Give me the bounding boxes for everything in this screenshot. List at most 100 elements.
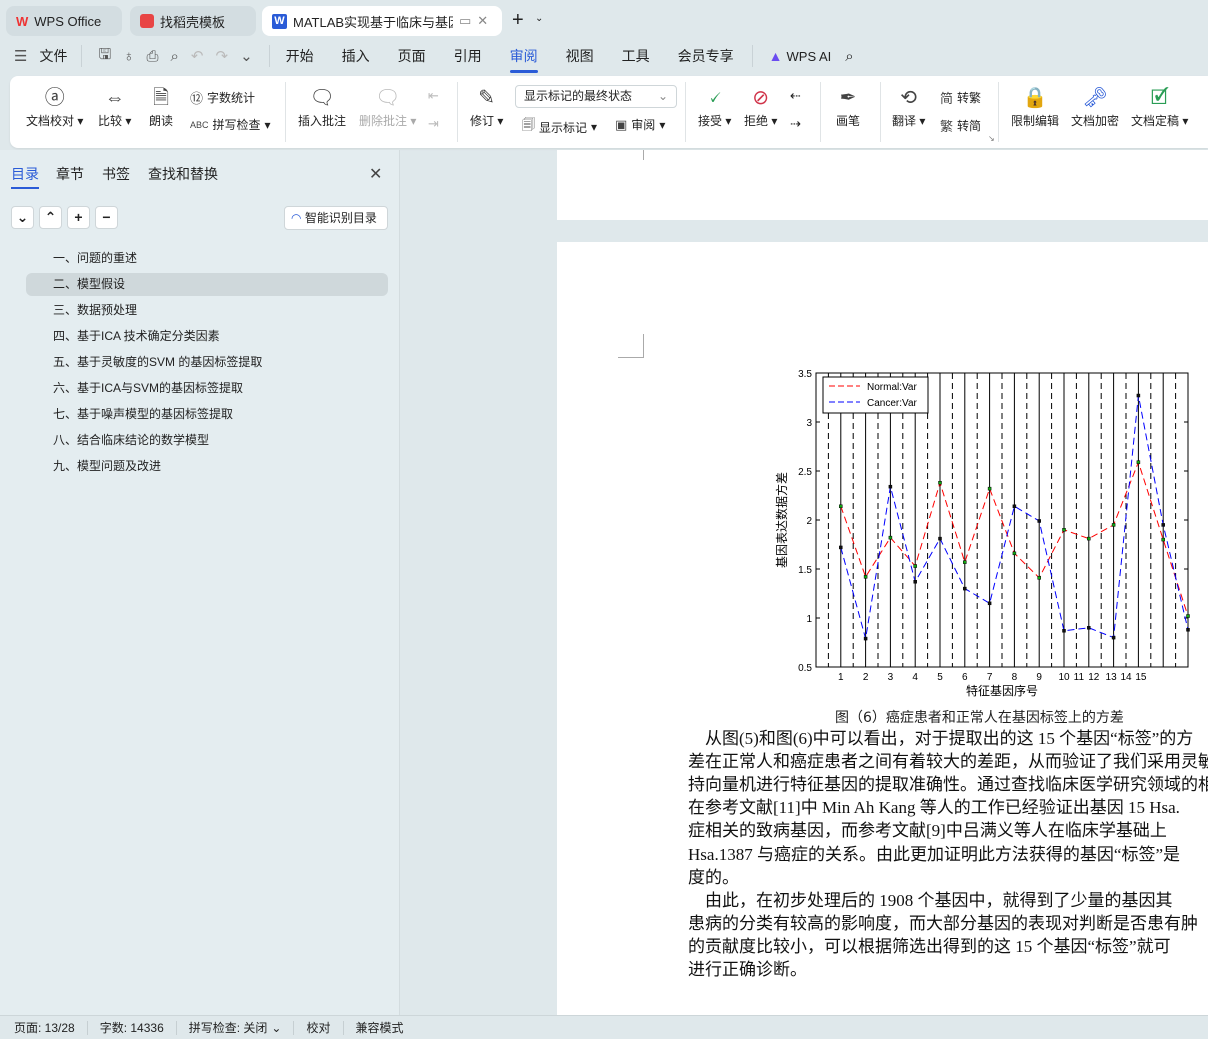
- wps-ai-icon: ▲: [768, 48, 783, 64]
- collapse-all-button[interactable]: −: [95, 206, 118, 229]
- toc-item[interactable]: 四、基于ICA 技术确定分类因素: [26, 325, 388, 348]
- toc-item[interactable]: 一、问题的重述: [26, 247, 388, 270]
- toc-item[interactable]: 二、模型假设: [26, 273, 388, 296]
- tab-docer[interactable]: 找稻壳模板: [130, 6, 256, 36]
- toc-item[interactable]: 八、结合临床结论的数学模型: [26, 429, 388, 452]
- figure-caption: 图（6）癌症患者和正常人在基因标签上的方差: [835, 710, 1124, 726]
- collapse-up-button[interactable]: ⌃: [39, 206, 62, 229]
- chevron-down-icon: ⌄: [657, 89, 668, 103]
- x-tick-label: 15: [1135, 672, 1147, 683]
- data-point: [938, 536, 942, 541]
- toc-item[interactable]: 三、数据预处理: [26, 299, 388, 322]
- data-point: [1012, 551, 1017, 556]
- toc-item[interactable]: 五、基于灵敏度的SVM 的基因标签提取: [26, 351, 388, 374]
- tab-chapters[interactable]: 章节: [56, 164, 84, 184]
- spell-check-status[interactable]: 拼写检查: 关闭: [189, 1019, 268, 1036]
- toc-item[interactable]: 六、基于ICA与SVM的基因标签提取: [26, 377, 388, 400]
- link-icon[interactable]: ♁: [123, 48, 134, 65]
- read-aloud-button[interactable]: 🗎 朗读: [149, 84, 173, 129]
- dialog-launcher-icon[interactable]: ↘: [988, 134, 995, 143]
- more-chevron-icon[interactable]: ⌄: [240, 47, 253, 65]
- accept-button[interactable]: 🗸 接受 ▾: [698, 84, 731, 129]
- monitor-icon[interactable]: ▭: [459, 13, 471, 29]
- menu-view[interactable]: 视图: [566, 46, 594, 66]
- proofread-button[interactable]: ⓐ 文档校对 ▾: [26, 84, 83, 129]
- show-markup-button[interactable]: 🗐 显示标记 ▾: [522, 116, 597, 138]
- menu-home[interactable]: 开始: [286, 46, 314, 66]
- delete-comment-button[interactable]: 🗨 删除批注 ▾: [359, 84, 416, 129]
- menu-review[interactable]: 审阅: [509, 46, 538, 73]
- close-tab-icon[interactable]: ✕: [477, 13, 488, 29]
- to-traditional-button[interactable]: 简转繁: [940, 88, 981, 107]
- document-page-12: [557, 150, 1208, 220]
- to-simplified-button[interactable]: 繁转简: [940, 116, 981, 135]
- chevron-down-icon[interactable]: ⌄: [271, 1021, 281, 1035]
- pen-button[interactable]: ✒ 画笔: [836, 84, 860, 129]
- translate-button[interactable]: ⟲ 翻译 ▾: [892, 84, 925, 129]
- close-pane-icon[interactable]: ✕: [369, 164, 382, 184]
- track-changes-button[interactable]: ✎ 修订 ▾: [470, 84, 503, 129]
- y-tick-label: 1: [806, 614, 812, 625]
- new-tab-icon[interactable]: +: [512, 9, 524, 32]
- track-changes-icon: ✎: [478, 87, 496, 109]
- legend-label: Cancer:Var: [867, 398, 918, 409]
- data-point: [1186, 614, 1190, 618]
- body-text-line: 由此，在初步处理后的 1908 个基因中，就得到了少量的基因其: [688, 890, 1173, 910]
- save-icon[interactable]: 🖫: [98, 44, 111, 69]
- body-text-line: 进行正确诊断。: [688, 960, 807, 979]
- next-change-icon[interactable]: ⇢: [790, 116, 801, 132]
- x-tick-label: 14: [1120, 672, 1132, 683]
- prev-change-icon[interactable]: ⇠: [790, 88, 801, 104]
- finalize-button[interactable]: 🗹 文档定稿 ▾: [1131, 84, 1188, 129]
- data-point: [888, 484, 893, 489]
- encrypt-button[interactable]: 🗝 文档加密: [1071, 84, 1119, 129]
- tab-toc[interactable]: 目录: [11, 164, 39, 189]
- markup-select[interactable]: 显示标记的最终状态 ⌄: [515, 85, 677, 108]
- tab-find-replace[interactable]: 查找和替换: [148, 164, 218, 184]
- hamburger-icon[interactable]: ☰: [14, 47, 27, 65]
- menu-page[interactable]: 页面: [398, 46, 426, 66]
- toc-item[interactable]: 九、模型问题及改进: [26, 455, 388, 478]
- word-count-button[interactable]: ⑫ 字数统计: [190, 88, 255, 107]
- spell-check-button[interactable]: ABC 拼写检查 ▾: [190, 116, 271, 133]
- review-pane-button[interactable]: ▣ 审阅 ▾: [615, 116, 665, 133]
- compare-button[interactable]: ⇔ 比较 ▾: [98, 84, 131, 129]
- menu-member[interactable]: 会员专享: [678, 46, 734, 66]
- proofread-status[interactable]: 校对: [306, 1019, 330, 1036]
- data-point: [913, 564, 917, 568]
- expand-all-button[interactable]: +: [67, 206, 90, 229]
- chevron-down-icon[interactable]: ⌄: [535, 13, 543, 24]
- menu-insert[interactable]: 插入: [342, 46, 370, 66]
- search-icon[interactable]: ⌕: [845, 48, 853, 65]
- print-preview-icon[interactable]: ⌕: [171, 48, 179, 65]
- restrict-edit-button[interactable]: 🔒 限制编辑: [1011, 84, 1059, 129]
- word-count[interactable]: 字数: 14336: [100, 1019, 164, 1036]
- menu-tools[interactable]: 工具: [622, 46, 650, 66]
- insert-comment-button[interactable]: 🗨 插入批注: [298, 84, 346, 129]
- x-tick-label: 7: [987, 672, 993, 683]
- comment-delete-icon: 🗨: [374, 87, 401, 109]
- pen-icon: ✒: [839, 87, 857, 109]
- tab-bookmarks[interactable]: 书签: [102, 164, 130, 184]
- file-menu[interactable]: 文件: [39, 46, 67, 66]
- undo-icon[interactable]: ↶: [191, 47, 204, 65]
- tab-wps-office[interactable]: W WPS Office: [6, 6, 122, 36]
- expand-down-button[interactable]: ⌄: [11, 206, 34, 229]
- tab-document[interactable]: W MATLAB实现基于临床与基因 ▭ ✕: [262, 6, 502, 36]
- reject-button[interactable]: ⊘ 拒绝 ▾: [744, 84, 777, 129]
- page-indicator[interactable]: 页面: 13/28: [14, 1019, 75, 1036]
- prev-comment-icon[interactable]: ⇤: [428, 88, 439, 104]
- smart-toc-button[interactable]: ◠ 智能识别目录: [284, 206, 388, 230]
- data-point: [938, 481, 942, 485]
- wps-ai-button[interactable]: WPS AI: [787, 49, 832, 64]
- redo-icon[interactable]: ↷: [215, 47, 228, 65]
- toc-item[interactable]: 七、基于噪声模型的基因标签提取: [26, 403, 388, 426]
- y-tick-label: 2: [806, 516, 812, 527]
- data-point: [1161, 523, 1165, 527]
- menu-reference[interactable]: 引用: [454, 46, 482, 66]
- next-comment-icon[interactable]: ⇥: [428, 116, 439, 132]
- print-icon[interactable]: ⎙: [146, 48, 158, 65]
- spell-check-icon: ABC: [190, 119, 209, 130]
- data-point: [888, 535, 893, 540]
- data-point: [1136, 460, 1141, 464]
